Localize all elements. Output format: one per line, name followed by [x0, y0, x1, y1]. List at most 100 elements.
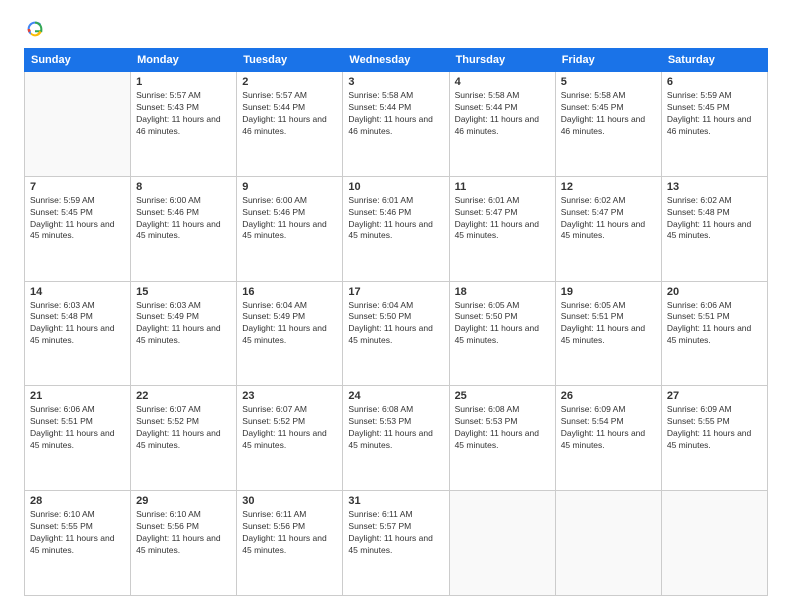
day-number: 11	[455, 181, 550, 193]
weekday-wednesday: Wednesday	[343, 49, 449, 72]
day-number: 7	[30, 181, 125, 193]
day-number: 17	[348, 286, 443, 298]
calendar-cell: 27 Sunrise: 6:09 AMSunset: 5:55 PMDayligh…	[661, 386, 767, 491]
day-info: Sunrise: 5:58 AMSunset: 5:44 PMDaylight:…	[455, 90, 550, 138]
logo	[24, 20, 44, 38]
calendar-week-4: 21 Sunrise: 6:06 AMSunset: 5:51 PMDayligh…	[25, 386, 768, 491]
day-number: 16	[242, 286, 337, 298]
calendar-table: SundayMondayTuesdayWednesdayThursdayFrid…	[24, 48, 768, 596]
calendar-cell: 11 Sunrise: 6:01 AMSunset: 5:47 PMDayligh…	[449, 176, 555, 281]
calendar-cell: 5Sunrise: 5:58 AMSunset: 5:45 PMDaylight…	[555, 72, 661, 177]
day-info: Sunrise: 6:09 AMSunset: 5:55 PMDaylight:…	[667, 404, 762, 452]
day-info: Sunrise: 6:10 AMSunset: 5:56 PMDaylight:…	[136, 509, 231, 557]
calendar-cell: 1 Sunrise: 5:57 AMSunset: 5:43 PMDaylight…	[131, 72, 237, 177]
calendar-cell: 28Sunrise: 6:10 AMSunset: 5:55 PMDayligh…	[25, 491, 131, 596]
calendar-cell: 17 Sunrise: 6:04 AMSunset: 5:50 PMDayligh…	[343, 281, 449, 386]
day-number: 25	[455, 390, 550, 402]
day-info: Sunrise: 5:57 AMSunset: 5:44 PMDaylight:…	[242, 90, 337, 138]
day-info: Sunrise: 6:08 AMSunset: 5:53 PMDaylight:…	[348, 404, 443, 452]
day-number: 31	[348, 495, 443, 507]
calendar-cell: 6 Sunrise: 5:59 AMSunset: 5:45 PMDaylight…	[661, 72, 767, 177]
header	[24, 20, 768, 38]
day-info: Sunrise: 6:02 AMSunset: 5:48 PMDaylight:…	[667, 195, 762, 243]
day-number: 15	[136, 286, 231, 298]
calendar-cell: 22Sunrise: 6:07 AMSunset: 5:52 PMDayligh…	[131, 386, 237, 491]
calendar-cell: 26Sunrise: 6:09 AMSunset: 5:54 PMDayligh…	[555, 386, 661, 491]
day-number: 1	[136, 76, 231, 88]
calendar-cell: 3Sunrise: 5:58 AMSunset: 5:44 PMDaylight…	[343, 72, 449, 177]
day-info: Sunrise: 5:59 AMSunset: 5:45 PMDaylight:…	[30, 195, 125, 243]
day-info: Sunrise: 6:10 AMSunset: 5:55 PMDaylight:…	[30, 509, 125, 557]
calendar-cell: 9 Sunrise: 6:00 AMSunset: 5:46 PMDaylight…	[237, 176, 343, 281]
day-number: 13	[667, 181, 762, 193]
calendar-cell: 7 Sunrise: 5:59 AMSunset: 5:45 PMDaylight…	[25, 176, 131, 281]
day-number: 27	[667, 390, 762, 402]
day-number: 29	[136, 495, 231, 507]
calendar-cell: 4 Sunrise: 5:58 AMSunset: 5:44 PMDaylight…	[449, 72, 555, 177]
day-info: Sunrise: 6:03 AMSunset: 5:48 PMDaylight:…	[30, 300, 125, 348]
calendar-cell: 25 Sunrise: 6:08 AMSunset: 5:53 PMDayligh…	[449, 386, 555, 491]
day-info: Sunrise: 6:06 AMSunset: 5:51 PMDaylight:…	[667, 300, 762, 348]
calendar-cell: 15Sunrise: 6:03 AMSunset: 5:49 PMDayligh…	[131, 281, 237, 386]
day-number: 4	[455, 76, 550, 88]
calendar-week-3: 14 Sunrise: 6:03 AMSunset: 5:48 PMDayligh…	[25, 281, 768, 386]
calendar-week-5: 28Sunrise: 6:10 AMSunset: 5:55 PMDayligh…	[25, 491, 768, 596]
day-info: Sunrise: 6:07 AMSunset: 5:52 PMDaylight:…	[136, 404, 231, 452]
weekday-header-row: SundayMondayTuesdayWednesdayThursdayFrid…	[25, 49, 768, 72]
weekday-sunday: Sunday	[25, 49, 131, 72]
calendar-cell: 24 Sunrise: 6:08 AMSunset: 5:53 PMDayligh…	[343, 386, 449, 491]
day-info: Sunrise: 6:05 AMSunset: 5:51 PMDaylight:…	[561, 300, 656, 348]
day-info: Sunrise: 6:00 AMSunset: 5:46 PMDaylight:…	[242, 195, 337, 243]
day-number: 9	[242, 181, 337, 193]
day-number: 20	[667, 286, 762, 298]
calendar-cell	[555, 491, 661, 596]
day-number: 14	[30, 286, 125, 298]
calendar-cell: 8 Sunrise: 6:00 AMSunset: 5:46 PMDaylight…	[131, 176, 237, 281]
day-info: Sunrise: 6:09 AMSunset: 5:54 PMDaylight:…	[561, 404, 656, 452]
day-info: Sunrise: 6:02 AMSunset: 5:47 PMDaylight:…	[561, 195, 656, 243]
calendar-cell: 13 Sunrise: 6:02 AMSunset: 5:48 PMDayligh…	[661, 176, 767, 281]
day-info: Sunrise: 5:59 AMSunset: 5:45 PMDaylight:…	[667, 90, 762, 138]
day-number: 18	[455, 286, 550, 298]
weekday-thursday: Thursday	[449, 49, 555, 72]
calendar-cell: 30 Sunrise: 6:11 AMSunset: 5:56 PMDayligh…	[237, 491, 343, 596]
day-info: Sunrise: 6:04 AMSunset: 5:50 PMDaylight:…	[348, 300, 443, 348]
calendar-cell: 10 Sunrise: 6:01 AMSunset: 5:46 PMDayligh…	[343, 176, 449, 281]
day-number: 10	[348, 181, 443, 193]
day-number: 30	[242, 495, 337, 507]
day-info: Sunrise: 6:01 AMSunset: 5:46 PMDaylight:…	[348, 195, 443, 243]
weekday-friday: Friday	[555, 49, 661, 72]
weekday-monday: Monday	[131, 49, 237, 72]
logo-icon	[26, 20, 44, 38]
calendar-cell: 19 Sunrise: 6:05 AMSunset: 5:51 PMDayligh…	[555, 281, 661, 386]
calendar-cell: 16 Sunrise: 6:04 AMSunset: 5:49 PMDayligh…	[237, 281, 343, 386]
weekday-tuesday: Tuesday	[237, 49, 343, 72]
day-info: Sunrise: 6:05 AMSunset: 5:50 PMDaylight:…	[455, 300, 550, 348]
calendar-cell: 2 Sunrise: 5:57 AMSunset: 5:44 PMDaylight…	[237, 72, 343, 177]
day-number: 2	[242, 76, 337, 88]
day-info: Sunrise: 5:57 AMSunset: 5:43 PMDaylight:…	[136, 90, 231, 138]
day-info: Sunrise: 6:04 AMSunset: 5:49 PMDaylight:…	[242, 300, 337, 348]
day-info: Sunrise: 5:58 AMSunset: 5:44 PMDaylight:…	[348, 90, 443, 138]
day-info: Sunrise: 6:01 AMSunset: 5:47 PMDaylight:…	[455, 195, 550, 243]
day-info: Sunrise: 6:06 AMSunset: 5:51 PMDaylight:…	[30, 404, 125, 452]
calendar-cell: 12Sunrise: 6:02 AMSunset: 5:47 PMDayligh…	[555, 176, 661, 281]
day-info: Sunrise: 6:07 AMSunset: 5:52 PMDaylight:…	[242, 404, 337, 452]
calendar-cell	[449, 491, 555, 596]
day-info: Sunrise: 6:00 AMSunset: 5:46 PMDaylight:…	[136, 195, 231, 243]
day-info: Sunrise: 6:11 AMSunset: 5:57 PMDaylight:…	[348, 509, 443, 557]
calendar-cell: 14 Sunrise: 6:03 AMSunset: 5:48 PMDayligh…	[25, 281, 131, 386]
day-number: 19	[561, 286, 656, 298]
calendar-cell: 18 Sunrise: 6:05 AMSunset: 5:50 PMDayligh…	[449, 281, 555, 386]
calendar-cell: 31 Sunrise: 6:11 AMSunset: 5:57 PMDayligh…	[343, 491, 449, 596]
day-number: 24	[348, 390, 443, 402]
page: SundayMondayTuesdayWednesdayThursdayFrid…	[0, 0, 792, 612]
day-number: 6	[667, 76, 762, 88]
day-info: Sunrise: 6:08 AMSunset: 5:53 PMDaylight:…	[455, 404, 550, 452]
day-number: 21	[30, 390, 125, 402]
calendar-week-2: 7 Sunrise: 5:59 AMSunset: 5:45 PMDaylight…	[25, 176, 768, 281]
day-info: Sunrise: 6:11 AMSunset: 5:56 PMDaylight:…	[242, 509, 337, 557]
day-info: Sunrise: 5:58 AMSunset: 5:45 PMDaylight:…	[561, 90, 656, 138]
calendar-cell: 20 Sunrise: 6:06 AMSunset: 5:51 PMDayligh…	[661, 281, 767, 386]
day-number: 8	[136, 181, 231, 193]
